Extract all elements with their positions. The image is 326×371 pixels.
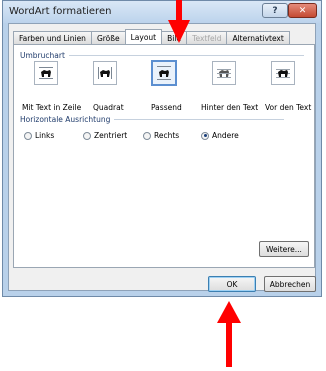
- radio-circle-icon: [24, 131, 32, 140]
- wrap-square-icon: [93, 61, 117, 85]
- alignment-section-heading: Horizontale Ausrichtung: [20, 115, 285, 124]
- align-other-radio[interactable]: Andere: [201, 131, 239, 140]
- radio-circle-icon: [143, 131, 151, 140]
- wrap-option-behind[interactable]: [204, 61, 244, 85]
- radio-selected-icon: [201, 131, 209, 140]
- arrow-up-icon: [217, 301, 241, 367]
- section-divider: [68, 55, 304, 56]
- align-center-radio[interactable]: Zentriert: [83, 131, 127, 140]
- help-button[interactable]: ?: [262, 3, 288, 18]
- arrow-down-icon: [168, 0, 190, 43]
- dialog-title: WordArt formatieren: [9, 6, 112, 17]
- tab-textfeld: Textfeld: [186, 31, 228, 44]
- dialog-body: Farben und Linien Größe Layout Bild Text…: [8, 23, 316, 292]
- tab-alternativtext[interactable]: Alternativtext: [226, 31, 290, 44]
- more-button[interactable]: Weitere...: [259, 241, 309, 257]
- wrap-label-tight: Passend: [151, 103, 182, 112]
- wrap-label-behind: Hinter den Text: [201, 103, 259, 112]
- ok-button[interactable]: OK: [208, 276, 256, 292]
- tab-layout[interactable]: Layout: [124, 29, 163, 44]
- wrap-front-icon: [271, 61, 295, 85]
- wrap-label-square: Quadrat: [93, 103, 124, 112]
- wrap-option-square[interactable]: [85, 61, 125, 85]
- radio-circle-icon: [83, 131, 91, 140]
- help-icon: ?: [272, 5, 278, 16]
- wrap-option-tight[interactable]: [144, 60, 184, 86]
- wrap-option-front[interactable]: [263, 61, 303, 85]
- tab-farben-und-linien[interactable]: Farben und Linien: [13, 31, 92, 44]
- wrapping-section-heading: Umbruchart: [20, 51, 304, 60]
- wrap-option-inline[interactable]: [26, 61, 66, 85]
- title-bar[interactable]: WordArt formatieren ? ✕: [3, 1, 321, 23]
- wrap-inline-icon: [34, 61, 58, 85]
- layout-panel: Umbruchart Mit Text in Zeile Quadrat Pas…: [13, 44, 315, 268]
- close-button[interactable]: ✕: [288, 3, 317, 18]
- wrap-behind-icon: [212, 61, 236, 85]
- align-right-radio[interactable]: Rechts: [143, 131, 179, 140]
- tab-groesse[interactable]: Größe: [90, 31, 126, 44]
- section-divider: [114, 119, 285, 120]
- wrap-label-inline: Mit Text in Zeile: [22, 103, 82, 112]
- wrap-label-front: Vor den Text: [265, 103, 312, 112]
- wrap-tight-icon: [151, 60, 177, 86]
- tab-strip: Farben und Linien Größe Layout Bild Text…: [13, 29, 290, 44]
- cancel-button[interactable]: Abbrechen: [264, 276, 316, 292]
- align-left-radio[interactable]: Links: [24, 131, 54, 140]
- close-icon: ✕: [298, 5, 307, 16]
- dialog-window: WordArt formatieren ? ✕ Farben und Linie…: [2, 0, 322, 297]
